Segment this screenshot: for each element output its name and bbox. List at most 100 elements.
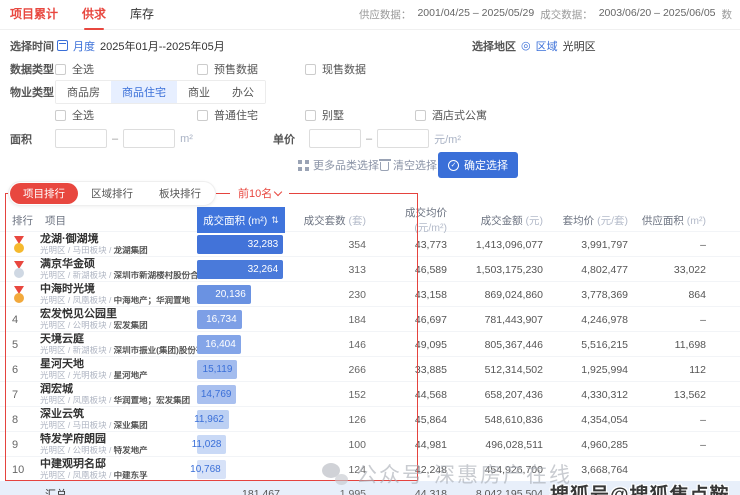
project-cell: 星河天地 光明区 / 光明板块 / 星河地产 xyxy=(40,358,197,380)
checkbox-icon[interactable] xyxy=(415,109,426,121)
checkbox-icon[interactable] xyxy=(55,109,66,121)
table-row[interactable]: 7 润宏城 光明区 / 凤凰板块 / 华润置地；宏发集团 14,769 152 … xyxy=(0,381,740,406)
summary-avg: 44,318 xyxy=(414,488,447,495)
checkbox-icon[interactable] xyxy=(55,63,66,75)
checkbox-villa[interactable]: 别墅 xyxy=(305,107,344,123)
area-range-group: – m² xyxy=(55,129,193,148)
checkbox-icon[interactable] xyxy=(305,109,316,121)
rank-number: 7 xyxy=(12,388,19,401)
per-unit-price-cell: 4,246,978 xyxy=(581,313,628,326)
region-value[interactable]: 光明区 xyxy=(563,38,596,54)
area-min-input[interactable] xyxy=(55,129,107,148)
time-filter-row: 选择时间 月度 2025年01月--2025年05月 选择地区 ◎ 区域 光明区 xyxy=(0,34,740,57)
table-row[interactable]: 8 深业云筑 光明区 / 马田板块 / 深业集团 11,962 126 45,8… xyxy=(0,406,740,431)
avg-price-cell: 33,885 xyxy=(414,363,447,376)
time-range-value[interactable]: 2025年01月--2025年05月 xyxy=(100,38,225,54)
checkbox-icon[interactable] xyxy=(197,109,208,121)
segment-commodity-housing[interactable]: 商品房 xyxy=(56,80,111,103)
region-type-link[interactable]: 区域 xyxy=(536,38,558,54)
top-tabs: 项目累计 供求 库存 xyxy=(10,0,154,30)
table-row[interactable]: 龙湖·御湖境 光明区 / 马田板块 / 龙湖集团 32,283 354 43,7… xyxy=(0,231,740,256)
header-deal-area-sort[interactable]: 成交面积 (m²) ⇅ xyxy=(197,207,285,233)
table-row[interactable]: 4 宏发悦见公园里 光明区 / 公明板块 / 宏发集团 16,734 184 4… xyxy=(0,306,740,331)
tab-project-ranking[interactable]: 项目排行 xyxy=(10,182,78,204)
rank-cell xyxy=(0,286,40,303)
table-row[interactable]: 9 特发学府朗园 光明区 / 公明板块 / 特发地产 11,028 100 44… xyxy=(0,431,740,456)
checkbox-subtype-all[interactable]: 全选 xyxy=(55,107,94,123)
confirm-selection-button[interactable]: ✓ 确定选择 xyxy=(438,152,518,178)
project-name: 深业云筑 xyxy=(40,408,84,421)
price-unit-label: 元/m² xyxy=(434,133,462,146)
data-type-row: 数据类型 全选 预售数据 现售数据 xyxy=(0,57,740,80)
checkbox-serviced-apartment[interactable]: 酒店式公寓 xyxy=(415,107,487,123)
tab-block-ranking[interactable]: 板块排行 xyxy=(146,182,214,204)
checkbox-icon[interactable] xyxy=(305,63,316,75)
deal-amount-cell: 1,413,096,077 xyxy=(475,238,543,251)
deal-area-bar: 15,119 xyxy=(197,360,238,379)
project-cell: 中建观玥名邸 光明区 / 凤凰板块 / 中建东孚 xyxy=(40,458,197,480)
checkbox-normal-residence[interactable]: 普通住宅 xyxy=(197,107,258,123)
area-max-input[interactable] xyxy=(123,129,176,148)
deal-units-cell: 152 xyxy=(348,388,366,401)
tab-region-ranking[interactable]: 区域排行 xyxy=(78,182,146,204)
top-n-dropdown[interactable]: 前10名 xyxy=(230,183,290,203)
app-root: 项目累计 供求 库存 供应数据： 2001/04/25 – 2025/05/29… xyxy=(0,0,740,495)
project-cell: 龙湖·御湖境 光明区 / 马田板块 / 龙湖集团 xyxy=(40,233,197,255)
avg-price-cell: 46,697 xyxy=(414,313,447,326)
supply-area-cell: 864 xyxy=(688,288,706,301)
sort-icon[interactable]: ⇅ xyxy=(271,215,279,225)
area-filter-label: 面积 xyxy=(10,133,32,146)
deal-units-cell: 100 xyxy=(348,438,366,451)
avg-price-cell: 43,773 xyxy=(414,238,447,251)
deal-area-bar-cell: 32,264 xyxy=(197,257,285,282)
data-type-label: 数据类型 xyxy=(10,63,54,76)
deal-area-bar-cell: 10,768 xyxy=(190,457,285,482)
price-max-input[interactable] xyxy=(377,129,430,148)
deal-area-bar: 11,962 xyxy=(194,410,229,429)
deal-amount-cell: 548,610,836 xyxy=(484,413,543,426)
supply-area-cell: – xyxy=(700,313,706,326)
rank-cell: 8 xyxy=(0,414,40,426)
filter-actions-row: 更多品类选择 清空选择 ✓ 确定选择 xyxy=(0,151,740,179)
medal-icon xyxy=(12,236,26,253)
deal-area-bar: 11,028 xyxy=(192,435,227,454)
table-row[interactable]: 5 天境云庭 光明区 / 新湖板块 / 深圳市振业(集团)股份有限公司 16,4… xyxy=(0,331,740,356)
deal-area-bar: 32,283 xyxy=(197,235,284,254)
rank-number: 9 xyxy=(12,438,19,451)
header-deal-units: 成交套数 (套) xyxy=(303,214,366,227)
clear-selection-button[interactable]: 清空选择 xyxy=(378,157,437,173)
segment-commodity-residence[interactable]: 商品住宅 xyxy=(111,80,177,103)
supply-area-cell: 11,698 xyxy=(674,338,706,351)
rank-cell xyxy=(0,236,40,253)
region-filter: 选择地区 ◎ 区域 光明区 xyxy=(472,38,596,54)
project-cell: 宏发悦见公园里 光明区 / 公明板块 / 宏发集团 xyxy=(40,308,197,330)
tab-supply-demand[interactable]: 供求 xyxy=(82,0,106,30)
header-rank: 排行 xyxy=(12,214,33,227)
supply-area-cell: 33,022 xyxy=(673,263,706,276)
per-unit-price-cell: 3,668,764 xyxy=(581,463,628,476)
table-row[interactable]: 中海时光境 光明区 / 凤凰板块 / 中海地产；华润置地 20,136 230 … xyxy=(0,281,740,306)
location-icon: ◎ xyxy=(521,40,531,52)
tab-project-total[interactable]: 项目累计 xyxy=(10,0,58,30)
rank-number: 10 xyxy=(12,463,25,476)
checkbox-current-sale-data[interactable]: 现售数据 xyxy=(305,61,366,77)
more-categories-button[interactable]: 更多品类选择 xyxy=(298,157,379,173)
checkbox-icon[interactable] xyxy=(197,63,208,75)
tab-inventory[interactable]: 库存 xyxy=(130,0,154,30)
table-row[interactable]: 10 中建观玥名邸 光明区 / 凤凰板块 / 中建东孚 10,768 124 4… xyxy=(0,456,740,481)
deal-units-cell: 146 xyxy=(348,338,366,351)
table-row[interactable]: 6 星河天地 光明区 / 光明板块 / 星河地产 15,119 266 33,8… xyxy=(0,356,740,381)
segment-commercial[interactable]: 商业 xyxy=(177,80,221,103)
checkbox-select-all[interactable]: 全选 xyxy=(55,61,94,77)
time-mode-select[interactable]: 月度 xyxy=(73,38,95,54)
deal-area-bar: 32,264 xyxy=(197,260,284,279)
supply-data-range: 2001/04/25 – 2025/05/29 xyxy=(417,7,535,19)
project-subtitle: 光明区 / 凤凰板块 / 中建东孚 xyxy=(40,470,148,480)
checkbox-presale-data[interactable]: 预售数据 xyxy=(197,61,258,77)
segment-office[interactable]: 办公 xyxy=(221,80,265,103)
rank-number: 6 xyxy=(12,363,19,376)
table-row[interactable]: 满京华金硕 光明区 / 新湖板块 / 深圳市新湖楼村股份合作公司；... 32,… xyxy=(0,256,740,281)
project-cell: 中海时光境 光明区 / 凤凰板块 / 中海地产；华润置地 xyxy=(40,283,197,305)
rank-cell xyxy=(0,261,40,278)
price-min-input[interactable] xyxy=(309,129,361,148)
